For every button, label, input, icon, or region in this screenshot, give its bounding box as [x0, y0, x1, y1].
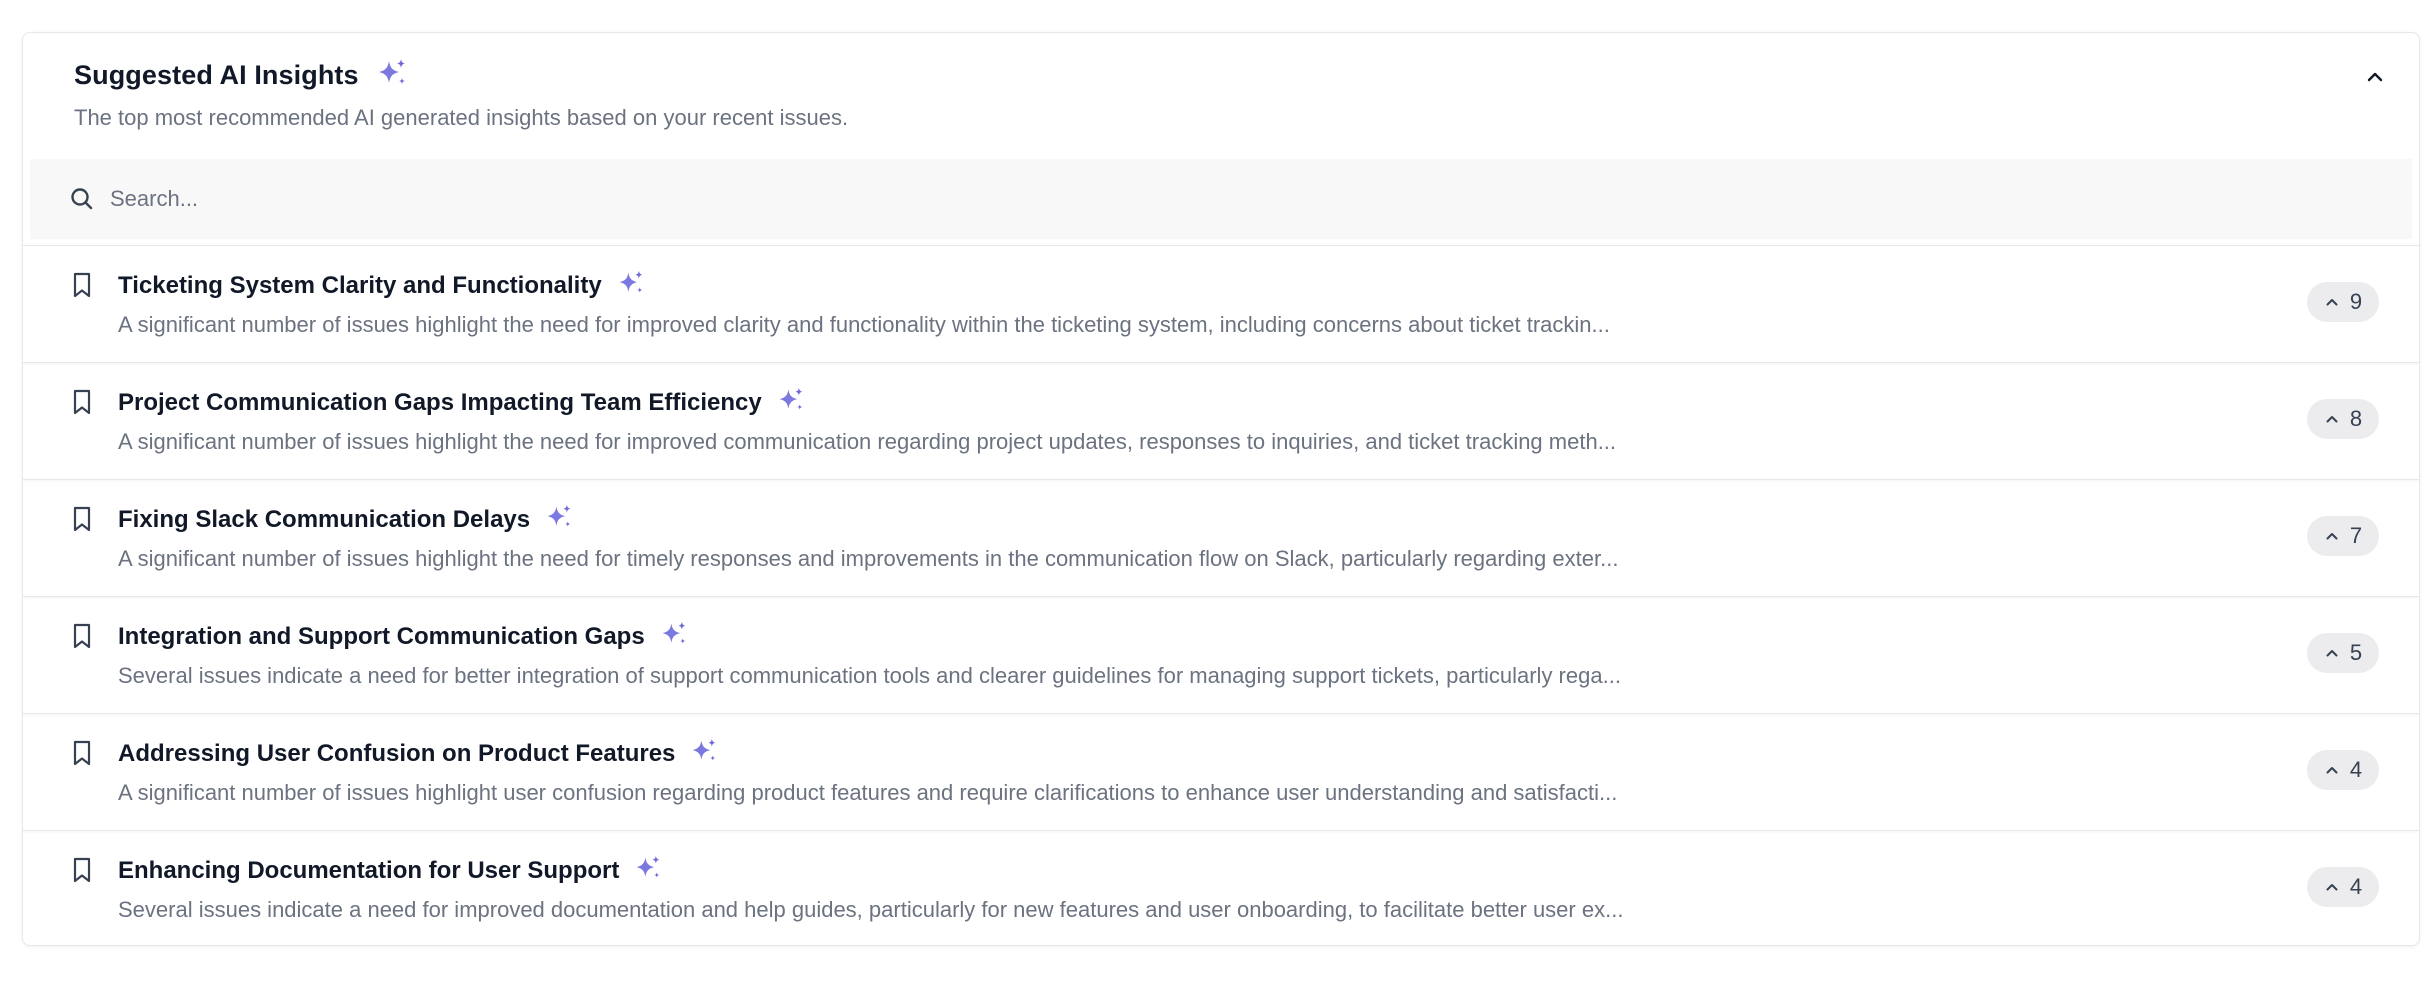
- upvote-count: 7: [2349, 523, 2363, 548]
- upvote-count: 8: [2349, 406, 2363, 431]
- chevron-up-icon: [2326, 299, 2338, 306]
- insight-row[interactable]: Ticketing System Clarity and Functionali…: [23, 245, 2419, 362]
- insight-title-line: Project Communication Gaps Impacting Tea…: [118, 386, 806, 419]
- sparkles-icon: [375, 57, 409, 94]
- insight-description: A significant number of issues highlight…: [118, 429, 1617, 454]
- collapse-button[interactable]: [2357, 59, 2393, 95]
- bookmark-icon[interactable]: [69, 387, 95, 417]
- search-icon: [68, 185, 96, 213]
- insight-row[interactable]: Addressing User Confusion on Product Fea…: [23, 713, 2419, 830]
- insight-row[interactable]: Integration and Support Communication Ga…: [23, 596, 2419, 713]
- insight-row[interactable]: Enhancing Documentation for User Support…: [23, 830, 2419, 945]
- insight-description: Several issues indicate a need for bette…: [118, 663, 1621, 688]
- insight-description: A significant number of issues highlight…: [118, 312, 1610, 337]
- chevron-up-icon: [2326, 533, 2338, 540]
- insight-row[interactable]: Project Communication Gaps Impacting Tea…: [23, 362, 2419, 479]
- insight-title: Ticketing System Clarity and Functionali…: [118, 271, 602, 299]
- chevron-up-icon: [2326, 650, 2338, 657]
- upvote-button[interactable]: 8: [2307, 399, 2379, 439]
- chevron-up-icon: [2326, 416, 2338, 423]
- sparkles-icon: [616, 269, 646, 302]
- insight-title: Integration and Support Communication Ga…: [118, 622, 645, 650]
- insight-title-line: Addressing User Confusion on Product Fea…: [118, 737, 719, 770]
- insight-title-line: Enhancing Documentation for User Support: [118, 854, 663, 887]
- bookmark-icon[interactable]: [69, 738, 95, 768]
- insight-title: Project Communication Gaps Impacting Tea…: [118, 388, 762, 416]
- insight-title-line: Integration and Support Communication Ga…: [118, 620, 689, 653]
- bookmark-icon[interactable]: [69, 504, 95, 534]
- ai-insights-panel: Suggested AI Insights The top most recom…: [22, 32, 2420, 946]
- insight-title: Addressing User Confusion on Product Fea…: [118, 739, 676, 767]
- upvote-count: 4: [2349, 874, 2363, 899]
- chevron-up-icon: [2326, 884, 2338, 891]
- bookmark-icon[interactable]: [69, 855, 95, 885]
- sparkles-icon: [544, 503, 574, 536]
- insight-title: Fixing Slack Communication Delays: [118, 505, 531, 533]
- panel-header: Suggested AI Insights The top most recom…: [23, 33, 2419, 159]
- title-row: Suggested AI Insights: [74, 57, 409, 94]
- sparkles-icon: [689, 737, 719, 770]
- upvote-button[interactable]: 4: [2307, 750, 2379, 790]
- sparkles-icon: [776, 386, 806, 419]
- panel-subtitle: The top most recommended AI generated in…: [74, 105, 849, 130]
- chevron-up-icon: [2326, 767, 2338, 774]
- search-input[interactable]: [108, 185, 2212, 213]
- sparkles-icon: [633, 854, 663, 887]
- insight-description: A significant number of issues highlight…: [118, 546, 1619, 571]
- insight-description: A significant number of issues highlight…: [118, 780, 1618, 805]
- sparkles-icon: [659, 620, 689, 653]
- insight-title-line: Ticketing System Clarity and Functionali…: [118, 269, 646, 302]
- upvote-button[interactable]: 5: [2307, 633, 2379, 673]
- upvote-button[interactable]: 4: [2307, 867, 2379, 907]
- bookmark-icon[interactable]: [69, 621, 95, 651]
- insights-list: Ticketing System Clarity and Functionali…: [23, 245, 2419, 945]
- insight-row[interactable]: Fixing Slack Communication Delays A sign…: [23, 479, 2419, 596]
- bookmark-icon[interactable]: [69, 270, 95, 300]
- upvote-button[interactable]: 9: [2307, 282, 2379, 322]
- upvote-count: 5: [2349, 640, 2363, 665]
- upvote-count: 4: [2349, 757, 2363, 782]
- insight-title: Enhancing Documentation for User Support: [118, 856, 620, 884]
- panel-title: Suggested AI Insights: [74, 60, 359, 90]
- insight-title-line: Fixing Slack Communication Delays: [118, 503, 574, 536]
- insight-description: Several issues indicate a need for impro…: [118, 897, 1624, 922]
- upvote-button[interactable]: 7: [2307, 516, 2379, 556]
- chevron-up-icon: [2367, 72, 2383, 82]
- search-bar: [30, 159, 2412, 239]
- upvote-count: 9: [2349, 289, 2363, 314]
